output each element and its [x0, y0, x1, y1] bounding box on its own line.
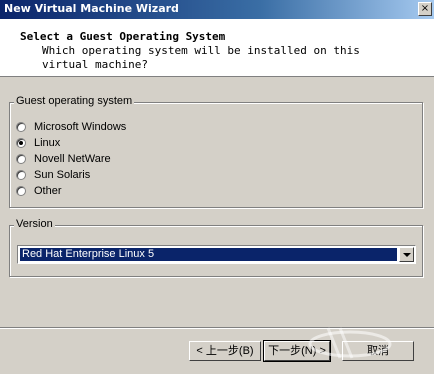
radio-novell-netware[interactable]: Novell NetWare — [16, 152, 111, 166]
close-button[interactable]: × — [418, 2, 432, 16]
radio-label: Other — [34, 185, 62, 197]
cancel-button[interactable]: 取消 — [342, 341, 414, 361]
radio-button[interactable] — [16, 122, 26, 132]
window-title: New Virtual Machine Wizard — [4, 2, 179, 15]
radio-label: Sun Solaris — [34, 169, 91, 181]
close-icon: × — [420, 3, 430, 14]
back-button[interactable]: < 上一步(B) — [189, 341, 261, 361]
radio-linux[interactable]: Linux — [16, 136, 60, 150]
next-button[interactable]: 下一步(N) > — [263, 340, 331, 362]
radio-button[interactable] — [16, 154, 26, 164]
radio-button[interactable] — [16, 138, 26, 148]
version-select[interactable]: Red Hat Enterprise Linux 5 — [17, 245, 416, 264]
radio-button[interactable] — [16, 186, 26, 196]
page-subtitle: Which operating system will be installed… — [42, 44, 360, 71]
guest-os-group-label: Guest operating system — [14, 95, 135, 107]
wizard-window: New Virtual Machine Wizard × Select a Gu… — [0, 0, 434, 374]
version-group-label: Version — [14, 218, 55, 230]
radio-label: Microsoft Windows — [34, 121, 127, 133]
version-group: Version Red Hat Enterprise Linux 5 — [9, 218, 423, 277]
radio-selected-dot — [19, 141, 23, 145]
dropdown-button[interactable] — [399, 247, 414, 262]
page-title: Select a Guest Operating System — [20, 30, 226, 43]
radio-other[interactable]: Other — [16, 184, 62, 198]
radio-label: Novell NetWare — [34, 153, 111, 165]
radio-label: Linux — [34, 137, 61, 149]
title-bar[interactable]: New Virtual Machine Wizard × — [0, 0, 434, 19]
chevron-down-icon — [403, 253, 411, 257]
guest-os-group: Guest operating system Microsoft Windows… — [9, 95, 423, 208]
radio-button[interactable] — [16, 170, 26, 180]
footer-divider — [0, 327, 434, 329]
radio-sun-solaris[interactable]: Sun Solaris — [16, 168, 90, 182]
radio-microsoft-windows[interactable]: Microsoft Windows — [16, 120, 126, 134]
version-select-value: Red Hat Enterprise Linux 5 — [20, 248, 397, 261]
wizard-header: Select a Guest Operating System Which op… — [0, 19, 434, 77]
